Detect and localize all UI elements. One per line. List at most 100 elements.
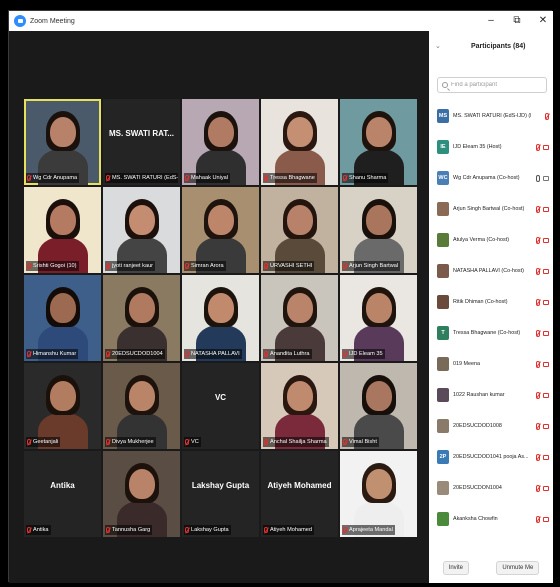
participant-video-tile[interactable]: 20EDSUCDOD1004 <box>103 275 180 361</box>
minimize-button[interactable]: – <box>485 13 497 29</box>
camera-off-icon <box>543 392 549 398</box>
mic-muted-icon[interactable] <box>536 484 540 492</box>
tile-name-text: Srishti Gogoi (10) <box>33 263 77 269</box>
participant-video-tile[interactable]: Tressa Bhagwane <box>261 99 338 185</box>
participant-video-tile[interactable]: Atiyeh Mohamed Atiyeh Mohamed <box>261 451 338 537</box>
participant-video-face <box>365 293 392 323</box>
tile-name-label: Atiyeh Mohamed <box>263 525 314 535</box>
participant-video-tile[interactable]: Wg Cdr Anupama <box>24 99 101 185</box>
participant-video-tile[interactable]: Vimal Bisht <box>340 363 417 449</box>
unmute-me-button[interactable]: Unmute Me <box>496 561 540 575</box>
participant-video-tile[interactable]: Geetanjali <box>24 363 101 449</box>
participant-video-tile[interactable]: Himanshu Kumar <box>24 275 101 361</box>
participant-list-item[interactable]: IE IJD Eleam 35 (Host) <box>429 134 553 160</box>
tile-name-text: VC <box>191 439 199 445</box>
participant-list-item[interactable]: Arjun Singh Bartwal (Co-host) <box>429 196 553 222</box>
mic-muted-icon <box>264 439 268 445</box>
participant-list-item[interactable]: 019 Meena <box>429 351 553 377</box>
mic-muted-icon[interactable] <box>545 112 549 120</box>
participant-video-tile[interactable]: Anchal Shailja Sharma <box>261 363 338 449</box>
participant-list-item[interactable]: 20EDSUCDON1004 <box>429 475 553 501</box>
tile-display-name: Lakshay Gupta <box>191 481 250 490</box>
participant-video-tile[interactable]: Tannusha Garg <box>103 451 180 537</box>
participant-video-tile[interactable]: NATASHA PALLAVI <box>182 275 259 361</box>
participants-panel: ⌄ Participants (84) MS MS. SWATI RATURI (… <box>429 31 553 583</box>
participant-video-tile[interactable]: Lakshay Gupta Lakshay Gupta <box>182 451 259 537</box>
title-bar: Zoom Meeting – ⧉ ✕ <box>9 11 553 31</box>
zoom-window: Zoom Meeting – ⧉ ✕ Wg Cdr Anupama MS. SWA… <box>8 10 553 583</box>
tile-name-label: Tannusha Garg <box>105 525 153 535</box>
mic-on-icon[interactable] <box>536 174 540 182</box>
tile-name-text: jyoti ranjeet kaur <box>112 263 154 269</box>
mic-muted-icon[interactable] <box>536 298 540 306</box>
participant-search-input[interactable] <box>451 82 541 88</box>
avatar <box>437 419 449 433</box>
participant-video-tile[interactable]: VC VC <box>182 363 259 449</box>
restore-button[interactable]: ⧉ <box>511 13 523 29</box>
mic-muted-icon <box>343 527 347 533</box>
mic-muted-icon[interactable] <box>536 360 540 368</box>
participant-video-tile[interactable]: Antika Antika <box>24 451 101 537</box>
participant-list-item[interactable]: 2P 20EDSUCDOD1041 pooja As... <box>429 444 553 470</box>
participant-list-item[interactable]: Ritik Dhiman (Co-host) <box>429 289 553 315</box>
tile-name-text: Himanshu Kumar <box>33 351 77 357</box>
participant-list-item[interactable]: MS MS. SWATI RATURI (EdS-IJD) (Me) <box>429 103 553 129</box>
tile-name-label: Antika <box>26 525 51 535</box>
participant-video-face <box>365 381 392 411</box>
mic-muted-icon[interactable] <box>536 515 540 523</box>
collapse-chevron-icon[interactable]: ⌄ <box>435 42 443 50</box>
mic-muted-icon[interactable] <box>536 267 540 275</box>
tile-name-label: Tressa Bhagwane <box>263 173 317 183</box>
mic-muted-icon[interactable] <box>536 143 540 151</box>
participant-search-box[interactable] <box>437 77 547 93</box>
participant-video-tile[interactable]: IJD Eleam 35 <box>340 275 417 361</box>
mic-muted-icon[interactable] <box>536 391 540 399</box>
participant-list-item[interactable]: Akanksha Chowfin <box>429 506 553 532</box>
participant-name: 019 Meena <box>453 361 480 367</box>
mic-muted-icon[interactable] <box>536 329 540 337</box>
participant-video-tile[interactable]: Shanu Sharma <box>340 99 417 185</box>
tile-name-text: Vimal Bisht <box>349 439 377 445</box>
tile-name-label: Divya Mukherjee <box>105 437 156 447</box>
tile-name-text: Anchal Shailja Sharma <box>270 439 327 445</box>
participant-video-tile[interactable]: Divya Mukherjee <box>103 363 180 449</box>
avatar: 2P <box>437 450 449 464</box>
avatar: IE <box>437 140 449 154</box>
mic-muted-icon <box>185 351 189 357</box>
mic-muted-icon[interactable] <box>536 236 540 244</box>
participant-video-tile[interactable]: MS. SWATI RAT... MS. SWATI RATURI (EdS-IJ… <box>103 99 180 185</box>
participant-name: 20EDSUCDOD1008 <box>453 423 502 429</box>
avatar <box>437 202 449 216</box>
camera-off-icon <box>543 330 549 336</box>
participant-video-tile[interactable]: Aprajeeta Mandal <box>340 451 417 537</box>
participant-video-tile[interactable]: Anandita Luthra <box>261 275 338 361</box>
participant-video-tile[interactable]: Arjun Singh Bartwal <box>340 187 417 273</box>
mic-muted-icon[interactable] <box>536 453 540 461</box>
mic-muted-icon <box>106 351 110 357</box>
tile-name-text: Atiyeh Mohamed <box>270 527 312 533</box>
mic-muted-icon[interactable] <box>536 422 540 430</box>
mic-muted-icon <box>185 439 189 445</box>
participant-list-item[interactable]: 1022 Raushan kumar <box>429 382 553 408</box>
tile-name-text: Anandita Luthra <box>270 351 310 357</box>
participant-list-item[interactable]: NATASHA PALLAVI (Co-host) <box>429 258 553 284</box>
avatar <box>437 512 449 526</box>
participant-video-tile[interactable]: URVASHI SETHI <box>261 187 338 273</box>
participant-list-item[interactable]: T Tressa Bhagwane (Co-host) <box>429 320 553 346</box>
mic-muted-icon[interactable] <box>536 205 540 213</box>
tile-name-label: Srishti Gogoi (10) <box>26 261 79 271</box>
participant-video-tile[interactable]: Mahaak Uniyal <box>182 99 259 185</box>
invite-button[interactable]: Invite <box>442 561 469 575</box>
mic-muted-icon <box>106 527 110 533</box>
participant-video-tile[interactable]: jyoti ranjeet kaur <box>103 187 180 273</box>
participant-list-item[interactable]: 20EDSUCDOD1008 <box>429 413 553 439</box>
close-button[interactable]: ✕ <box>537 13 549 29</box>
tile-name-text: Mahaak Uniyal <box>191 175 228 181</box>
participant-list-item[interactable]: Atulya Verma (Co-host) <box>429 227 553 253</box>
participant-video-tile[interactable]: Simran Arora <box>182 187 259 273</box>
participant-name: 20EDSUCDOD1041 pooja As... <box>453 454 529 460</box>
tile-name-label: Vimal Bisht <box>342 437 379 447</box>
participant-list-item[interactable]: WC Wg Cdr Anupama (Co-host) <box>429 165 553 191</box>
tile-name-label: Anandita Luthra <box>263 349 312 359</box>
participant-video-tile[interactable]: Srishti Gogoi (10) <box>24 187 101 273</box>
